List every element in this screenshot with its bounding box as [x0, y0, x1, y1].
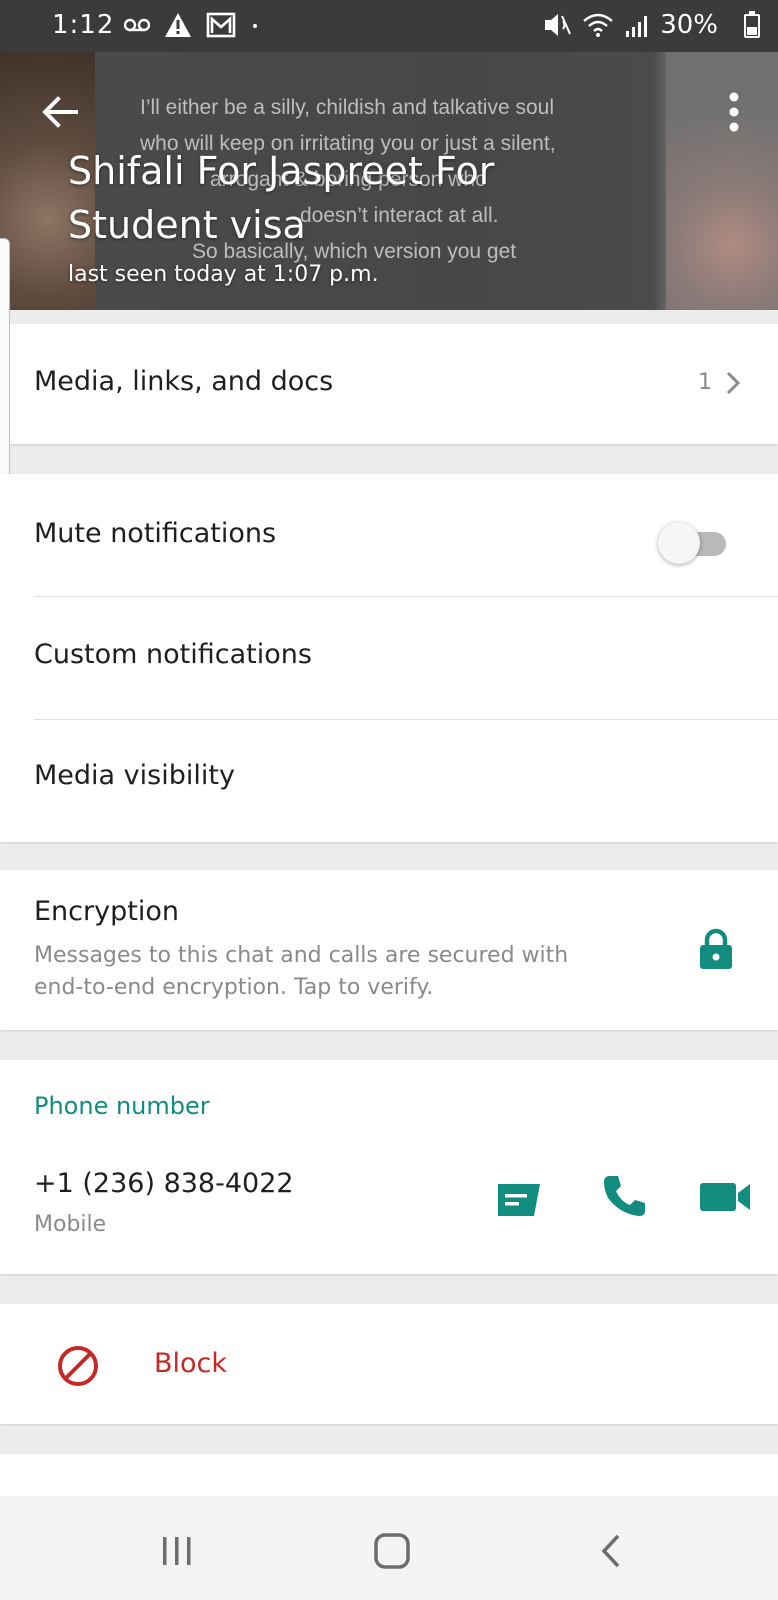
next-section-card [0, 1454, 778, 1496]
battery-icon [744, 11, 760, 38]
more-options-icon[interactable] [726, 92, 742, 132]
back-arrow-icon[interactable] [36, 88, 84, 136]
mute-notifications-label: Mute notifications [34, 518, 277, 549]
media-links-docs-label: Media, links, and docs [34, 366, 334, 397]
chevron-right-icon [726, 371, 741, 395]
block-row[interactable]: Block [0, 1304, 778, 1424]
profile-photo-right [666, 52, 778, 310]
encryption-description: Messages to this chat and calls are secu… [34, 943, 569, 1000]
toggle-thumb [658, 522, 700, 564]
custom-notifications-row[interactable]: Custom notifications [0, 597, 778, 719]
message-icon[interactable] [494, 1180, 544, 1220]
gmail-icon [206, 12, 236, 38]
contact-header: I’ll either be a silly, childish and tal… [0, 52, 778, 310]
phone-number-card: Phone number +1 (236) 838-4022 Mobile [0, 1060, 778, 1274]
battery-percent: 30% [660, 10, 718, 40]
phone-number-header: Phone number [34, 1092, 210, 1120]
status-bar: 1:12 30% [0, 0, 778, 52]
phone-call-icon[interactable] [600, 1172, 648, 1220]
phone-number-value[interactable]: +1 (236) 838-4022 [34, 1168, 294, 1199]
media-visibility-row[interactable]: Media visibility [0, 720, 778, 842]
status-left-icons [124, 12, 260, 38]
mute-vibrate-icon [545, 14, 572, 36]
phone-number-type: Mobile [34, 1212, 107, 1237]
warning-icon [165, 13, 191, 37]
notifications-card: Mute notifications Custom notifications … [0, 474, 778, 842]
encryption-row[interactable]: Encryption Messages to this chat and cal… [0, 870, 778, 1030]
last-seen-status: last seen today at 1:07 p.m. [68, 262, 379, 287]
block-label: Block [154, 1348, 228, 1379]
status-right-icons: 30% [542, 10, 718, 40]
wifi-icon [583, 13, 613, 37]
video-call-icon[interactable] [700, 1178, 752, 1216]
signal-icon [626, 16, 648, 37]
status-time: 1:12 [52, 10, 115, 40]
lock-icon [700, 928, 732, 969]
home-icon[interactable] [373, 1532, 411, 1570]
dot-icon [253, 24, 257, 28]
media-visibility-label: Media visibility [34, 760, 235, 791]
mute-notifications-row[interactable]: Mute notifications [0, 474, 778, 596]
block-icon [58, 1346, 98, 1386]
voicemail-icon [124, 18, 150, 32]
custom-notifications-label: Custom notifications [34, 639, 312, 670]
mute-notifications-toggle[interactable] [658, 522, 730, 564]
recents-icon[interactable] [160, 1534, 194, 1568]
system-navigation-bar [0, 1496, 778, 1600]
quote-line: I’ll either be a silly, childish and tal… [140, 96, 554, 119]
contact-name: Shifali For Jaspreet For Student visa [68, 149, 495, 247]
media-links-docs-row[interactable]: Media, links, and docs 1 [0, 324, 778, 444]
nav-back-icon[interactable] [596, 1532, 626, 1570]
media-count: 1 [698, 370, 712, 395]
encryption-title: Encryption [34, 896, 179, 927]
